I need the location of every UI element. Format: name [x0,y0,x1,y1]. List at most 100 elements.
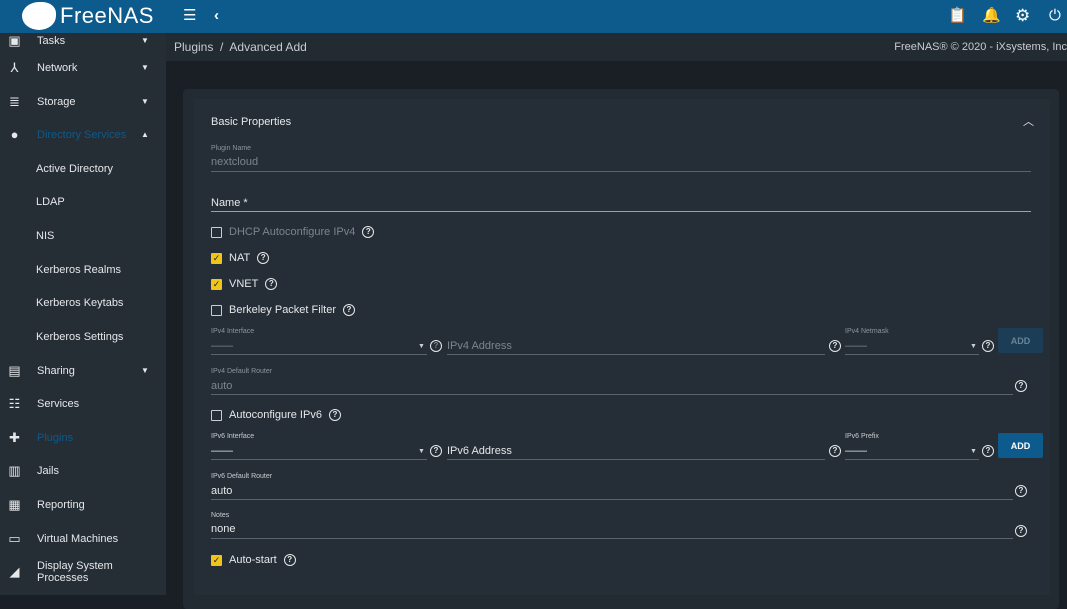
ipv4-add-button[interactable]: ADD [998,328,1043,353]
sidebar-item-plugins[interactable]: ✚ Plugins [0,421,166,454]
label: LDAP [36,195,65,208]
jail-icon: ▥ [8,463,21,478]
nat-checkbox[interactable]: ✓ NAT? [211,252,270,264]
sidebar-item-kerberos-settings[interactable]: Kerberos Settings [0,320,166,353]
ipv4-router-input[interactable]: auto [211,380,232,392]
ipv6-prefix-label: IPv6 Prefix [845,433,879,440]
sidebar-item-jails[interactable]: ▥ Jails [0,454,166,487]
help-icon[interactable]: ? [342,304,355,316]
divider [211,171,1031,172]
ipv6-add-button[interactable]: ADD [998,433,1043,458]
clipboard-icon[interactable]: 📋 [948,8,967,24]
sidebar-item-active-directory[interactable]: Active Directory [0,152,166,185]
sidebar-item-kerberos-realms[interactable]: Kerberos Realms [0,253,166,286]
checkbox-checked-icon[interactable]: ✓ [211,252,222,264]
caret-up-icon: ▲ [141,130,149,139]
ipv4-interface-select[interactable]: —— [211,340,233,352]
label: Storage [37,95,76,108]
help-icon[interactable]: ? [362,226,375,238]
chevron-left-icon[interactable]: ‹ [214,8,219,24]
sidebar-item-sharing[interactable]: ▤ Sharing ▼ [0,354,166,387]
freenas-logo[interactable]: FreeNAS [22,2,154,30]
sidebar-item-storage[interactable]: ≣ Storage ▼ [0,85,166,118]
bpf-checkbox[interactable]: Berkeley Packet Filter? [211,304,355,316]
vnet-checkbox[interactable]: ✓ VNET? [211,278,278,290]
label: Directory Services [37,128,127,141]
ipv6-router-label: IPv6 Default Router [211,473,273,480]
divider [211,459,427,460]
notes-input[interactable]: none [211,523,235,535]
label: VNET [229,278,259,290]
divider [211,538,1013,539]
breadcrumb-separator: / [220,40,224,54]
label: Jails [37,464,60,477]
help-icon[interactable]: ? [982,340,994,352]
plugin-name-label: Plugin Name [211,145,252,152]
breadcrumb-current: Advanced Add [229,40,307,54]
menu-icon[interactable]: ☰ [183,8,196,24]
help-icon[interactable]: ? [283,554,296,566]
sharing-icon: ▤ [8,363,21,378]
autostart-checkbox[interactable]: ✓ Auto-start? [211,554,296,566]
sidebar-item-network[interactable]: ⅄ Network ▼ [0,51,166,84]
ipv4-address-input[interactable]: IPv4 Address [447,340,512,352]
puzzle-icon: ✚ [9,430,20,445]
help-icon[interactable]: ? [1015,485,1027,497]
sidebar-item-virtual-machines[interactable]: ▭ Virtual Machines [0,522,166,555]
sidebar-item-nis[interactable]: NIS [0,219,166,252]
label: Display System Processes [37,559,113,584]
help-icon[interactable]: ? [1015,525,1027,537]
processes-icon: ◢ [9,564,20,579]
name-field[interactable]: Name * [211,197,248,209]
checkbox-checked-icon[interactable]: ✓ [211,554,222,566]
label: Auto-start [229,554,277,566]
label: Tasks [37,34,66,47]
checkbox-checked-icon[interactable]: ✓ [211,278,222,290]
caret-down-icon: ▼ [141,366,149,375]
help-icon[interactable]: ? [257,252,270,264]
breadcrumb-plugins[interactable]: Plugins [174,40,213,54]
checkbox-icon[interactable] [211,409,222,421]
ipv6-prefix-select[interactable]: —— [845,445,867,457]
ipv4-router-label: IPv4 Default Router [211,368,273,375]
chevron-up-icon[interactable]: ︿ [1023,113,1034,129]
help-icon[interactable]: ? [265,278,278,290]
section-title[interactable]: Basic Properties [211,116,291,128]
power-icon[interactable]: ⏻ [1049,8,1061,24]
caret-down-icon: ▼ [141,36,149,45]
help-icon[interactable]: ? [430,445,442,457]
divider [447,354,825,355]
help-icon[interactable]: ? [982,445,994,457]
sidebar-item-directory-services[interactable]: ● Directory Services ▲ [0,118,166,151]
divider [845,354,979,355]
checkbox-icon[interactable] [211,304,222,316]
help-icon[interactable]: ? [1015,380,1027,392]
ipv4-netmask-select[interactable]: —— [845,340,867,352]
help-icon[interactable]: ? [328,409,341,421]
label: NIS [36,229,55,242]
sidebar-item-kerberos-keytabs[interactable]: Kerberos Keytabs [0,286,166,319]
sidebar-item-services[interactable]: ☷ Services [0,387,166,420]
autoconfigure-ipv6-checkbox[interactable]: Autoconfigure IPv6? [211,409,341,421]
ipv6-router-input[interactable]: auto [211,485,232,497]
dhcp-checkbox[interactable]: DHCP Autoconfigure IPv4? [211,226,375,238]
sliders-icon: ☷ [8,396,21,411]
label: Active Directory [36,162,114,175]
copyright: FreeNAS® © 2020 - iXsystems, Inc [894,41,1067,53]
ipv6-interface-label: IPv6 Interface [211,433,255,440]
sidebar-item-display-system-processes[interactable]: ◢ Display System Processes [0,555,166,588]
checkbox-icon[interactable] [211,226,222,238]
plugin-name-field: nextcloud [211,156,259,168]
label: Sharing [37,364,75,377]
dropdown-arrow-icon: ▼ [418,448,425,455]
ipv6-address-input[interactable]: IPv6 Address [447,445,512,457]
help-icon[interactable]: ? [829,445,841,457]
sidebar-item-ldap[interactable]: LDAP [0,185,166,218]
help-icon[interactable]: ? [430,340,442,352]
sidebar-item-reporting[interactable]: ▦ Reporting [0,488,166,521]
gear-icon[interactable]: ⚙ [1015,7,1030,24]
help-icon[interactable]: ? [829,340,841,352]
notes-label: Notes [211,512,230,519]
ipv6-interface-select[interactable]: —— [211,445,233,457]
bell-icon[interactable]: 🔔 [982,8,1001,24]
